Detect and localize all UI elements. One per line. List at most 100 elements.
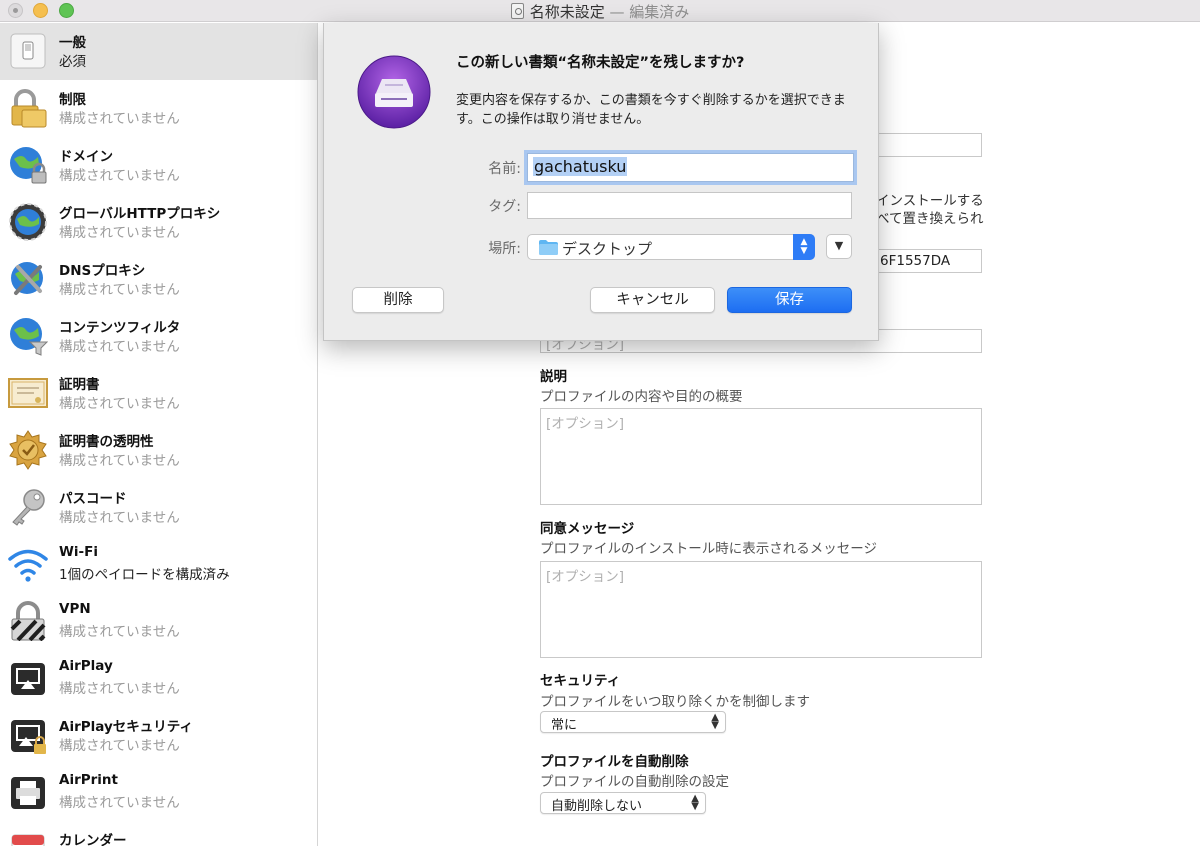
window-title-text: 名称未設定 bbox=[529, 3, 605, 21]
chevron-updown-icon: ▲ ▼ bbox=[691, 793, 699, 812]
location-popup[interactable]: デスクトップ ▲ ▼ bbox=[527, 234, 815, 260]
sidebar-item-name: VPN bbox=[59, 601, 91, 617]
sidebar-item-name: DNSプロキシ bbox=[59, 263, 146, 279]
key-icon bbox=[12, 489, 45, 526]
sidebar-item-name: ドメイン bbox=[59, 149, 113, 165]
sidebar-item-status: 必須 bbox=[59, 54, 86, 70]
sheet-title: この新しい書類“名称未設定”を残しますか? bbox=[456, 55, 745, 71]
delete-button[interactable]: 削除 bbox=[352, 287, 444, 313]
auto-remove-hint: プロファイルの自動削除の設定 bbox=[540, 774, 729, 790]
sidebar-item-status: 構成されていません bbox=[59, 453, 180, 469]
consent-placeholder: [オプション] bbox=[546, 569, 625, 585]
sidebar-item-airplay-security[interactable]: AirPlayセキュリティ 構成されていません bbox=[0, 707, 317, 764]
sidebar-item-name: コンテンツフィルタ bbox=[59, 320, 181, 336]
consent-label: 同意メッセージ bbox=[540, 521, 635, 537]
sheet-message: 変更内容を保存するか、この書類を今すぐ削除するかを選択できます。この操作は取り消… bbox=[456, 93, 846, 127]
window-title: 名称未設定 — 編集済み bbox=[0, 1, 1200, 22]
sidebar-item-wifi[interactable]: Wi-Fi 1個のペイロードを構成済み bbox=[0, 536, 317, 593]
payload-sidebar: 一般 必須 制限 構成されていません ドメイン 構成されていません グローバルH… bbox=[0, 23, 318, 846]
description-textarea[interactable]: [オプション] bbox=[540, 408, 982, 505]
airplay-icon bbox=[11, 663, 45, 695]
sidebar-item-status: 構成されていません bbox=[59, 396, 180, 412]
sidebar-item-name: グローバルHTTPプロキシ bbox=[59, 206, 221, 222]
vpn-lock-icon bbox=[10, 601, 46, 641]
calendar-icon bbox=[11, 834, 45, 846]
toggle-switch-icon bbox=[10, 33, 46, 69]
edited-indicator: — 編集済み bbox=[609, 3, 690, 21]
printer-icon bbox=[11, 777, 45, 809]
sidebar-item-dns-proxy[interactable]: DNSプロキシ 構成されていません bbox=[0, 251, 317, 308]
certificate-seal-icon bbox=[9, 430, 47, 470]
padlock-icon bbox=[11, 89, 47, 128]
auto-remove-label: プロファイルを自動削除 bbox=[540, 754, 689, 770]
sidebar-item-name: AirPlay bbox=[59, 658, 113, 674]
location-value: デスクトップ bbox=[562, 240, 653, 258]
chevron-updown-icon: ▲ ▼ bbox=[711, 712, 719, 731]
name-label: 名前: bbox=[488, 161, 521, 177]
sidebar-item-airplay[interactable]: AirPlay 構成されていません bbox=[0, 650, 317, 707]
sidebar-item-certificates[interactable]: 証明書 構成されていません bbox=[0, 365, 317, 422]
security-popup[interactable]: 常に ▲ ▼ bbox=[540, 711, 726, 733]
auto-remove-value: 自動削除しない bbox=[551, 799, 643, 814]
sidebar-item-status: 構成されていません bbox=[59, 738, 180, 754]
chevron-updown-icon: ▲ ▼ bbox=[793, 234, 815, 260]
sidebar-item-name: 証明書の透明性 bbox=[59, 434, 154, 450]
sidebar-item-status: 1個のペイロードを構成済み bbox=[59, 567, 230, 583]
sidebar-item-certificate-transparency[interactable]: 証明書の透明性 構成されていません bbox=[0, 422, 317, 479]
sidebar-item-name: 証明書 bbox=[59, 377, 100, 393]
sidebar-item-status: 構成されていません bbox=[59, 225, 180, 241]
sidebar-item-vpn[interactable]: VPN 構成されていません bbox=[0, 593, 317, 650]
sidebar-item-passcode[interactable]: パスコード 構成されていません bbox=[0, 479, 317, 536]
identifier-value: 6F1557DA bbox=[880, 253, 951, 269]
document-icon bbox=[510, 3, 524, 19]
airplay-lock-icon bbox=[11, 720, 46, 754]
partial-text-field[interactable] bbox=[877, 133, 982, 157]
name-input[interactable]: gachatusku bbox=[527, 153, 854, 182]
sidebar-item-name: パスコード bbox=[59, 491, 127, 507]
sidebar-item-name: AirPlayセキュリティ bbox=[59, 719, 193, 735]
sidebar-item-name: 一般 bbox=[59, 35, 86, 51]
sidebar-item-global-http-proxy[interactable]: グローバルHTTPプロキシ 構成されていません bbox=[0, 194, 317, 251]
name-value: gachatusku bbox=[533, 157, 628, 176]
chevron-down-icon: ▼ bbox=[834, 239, 844, 252]
description-label: 説明 bbox=[540, 369, 567, 385]
consent-textarea[interactable]: [オプション] bbox=[540, 561, 982, 658]
security-value: 常に bbox=[551, 718, 578, 733]
wifi-icon bbox=[8, 549, 48, 582]
location-label: 場所: bbox=[488, 241, 521, 257]
sidebar-item-status: 構成されていません bbox=[59, 624, 180, 640]
description-hint: プロファイルの内容や目的の概要 bbox=[540, 389, 743, 405]
security-label: セキュリティ bbox=[540, 673, 621, 689]
partial-description-text: インストールする bbox=[876, 193, 984, 209]
folder-icon bbox=[539, 240, 558, 255]
sidebar-item-status: 構成されていません bbox=[59, 795, 180, 811]
sidebar-item-status: 構成されていません bbox=[59, 681, 180, 697]
security-hint: プロファイルをいつ取り除くかを制御します bbox=[540, 694, 810, 710]
sidebar-item-status: 構成されていません bbox=[59, 111, 180, 127]
sidebar-item-name: Wi-Fi bbox=[59, 544, 98, 560]
sidebar-item-status: 構成されていません bbox=[59, 510, 180, 526]
globe-filter-icon bbox=[10, 318, 48, 356]
sidebar-item-calendar[interactable]: カレンダー bbox=[0, 821, 317, 846]
tag-label: タグ: bbox=[488, 199, 521, 215]
expand-button[interactable]: ▼ bbox=[826, 234, 852, 259]
sidebar-item-airprint[interactable]: AirPrint 構成されていません bbox=[0, 764, 317, 821]
sidebar-item-status: 構成されていません bbox=[59, 339, 180, 355]
sidebar-item-name: カレンダー bbox=[59, 833, 127, 846]
cancel-button[interactable]: キャンセル bbox=[590, 287, 715, 313]
sidebar-item-status: 構成されていません bbox=[59, 168, 180, 184]
sidebar-item-content-filter[interactable]: コンテンツフィルタ 構成されていません bbox=[0, 308, 317, 365]
save-button[interactable]: 保存 bbox=[727, 287, 852, 313]
certificate-icon bbox=[8, 378, 48, 408]
sidebar-item-general[interactable]: 一般 必須 bbox=[0, 23, 317, 80]
sidebar-item-domains[interactable]: ドメイン 構成されていません bbox=[0, 137, 317, 194]
title-bar: 名称未設定 — 編集済み bbox=[0, 0, 1200, 22]
sidebar-item-name: AirPrint bbox=[59, 772, 118, 788]
auto-remove-popup[interactable]: 自動削除しない ▲ ▼ bbox=[540, 792, 706, 814]
sidebar-item-restrictions[interactable]: 制限 構成されていません bbox=[0, 80, 317, 137]
sidebar-item-name: 制限 bbox=[59, 92, 86, 108]
save-sheet: この新しい書類“名称未設定”を残しますか? 変更内容を保存するか、この書類を今す… bbox=[323, 23, 879, 341]
app-window: 名称未設定 — 編集済み 一般 必須 制限 構成されていません ドメイン 構成さ… bbox=[0, 0, 1200, 846]
tag-input[interactable] bbox=[527, 192, 852, 219]
sidebar-item-status: 構成されていません bbox=[59, 282, 180, 298]
